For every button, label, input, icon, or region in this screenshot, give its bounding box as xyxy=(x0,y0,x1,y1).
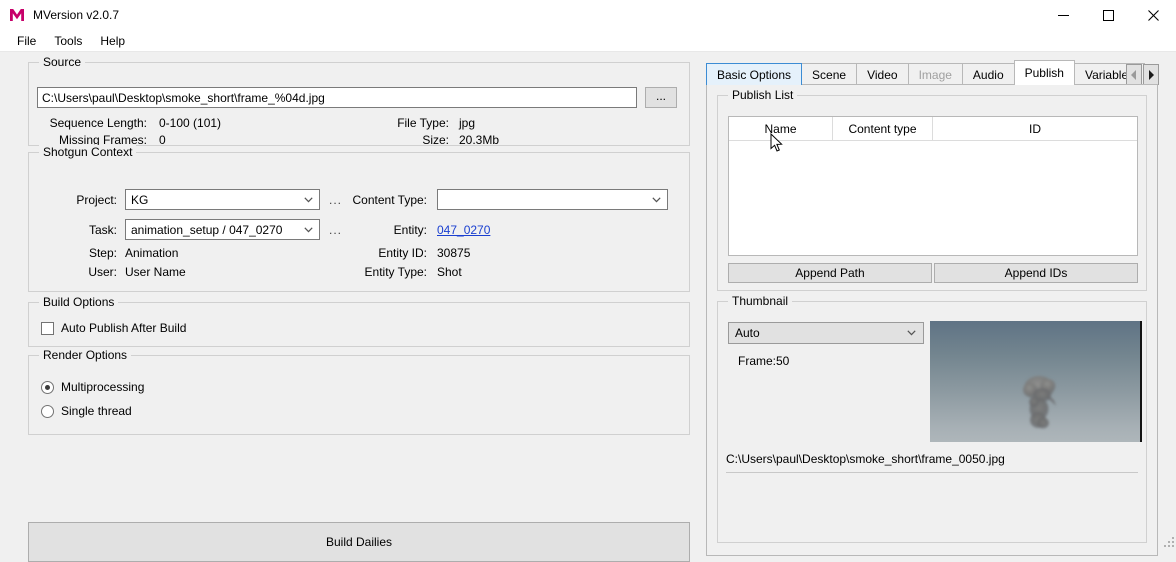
tab-image: Image xyxy=(907,63,963,85)
append-path-button[interactable]: Append Path xyxy=(728,263,932,283)
multiprocessing-radio-row[interactable]: Multiprocessing xyxy=(41,380,144,394)
title-bar: MVersion v2.0.7 xyxy=(0,0,1176,30)
publish-list-group: Publish List Name Content type ID Append… xyxy=(717,88,1147,291)
entity-id-label: Entity ID: xyxy=(378,246,427,260)
auto-publish-checkbox[interactable] xyxy=(41,321,54,335)
multiprocessing-label: Multiprocessing xyxy=(61,380,145,394)
tab-scene[interactable]: Scene xyxy=(801,63,858,85)
task-combo[interactable]: animation_setup / 047_0270 xyxy=(125,219,320,240)
missing-frames-value: 0 xyxy=(159,133,166,147)
tab-bar: Basic Options Scene Video Image Audio Pu… xyxy=(706,60,1159,85)
step-label: Step: xyxy=(88,246,117,260)
chevron-down-icon xyxy=(652,190,661,209)
chevron-down-icon xyxy=(304,190,313,209)
thumbnail-group: Thumbnail Auto Frame: 50 C:\Users\paul\D… xyxy=(717,294,1147,543)
chevron-down-icon xyxy=(304,220,313,239)
smoke-plume-icon xyxy=(1023,376,1056,429)
left-panel: Source ... Sequence Length: 0-100 (101) … xyxy=(0,53,700,562)
sequence-length-value: 0-100 (101) xyxy=(159,116,222,130)
build-options-title: Build Options xyxy=(39,295,119,309)
window-title: MVersion v2.0.7 xyxy=(33,8,120,22)
user-value: User Name xyxy=(125,265,186,279)
auto-publish-checkbox-row[interactable]: Auto Publish After Build xyxy=(41,321,186,335)
tab-audio[interactable]: Audio xyxy=(961,63,1015,85)
source-browse-button[interactable]: ... xyxy=(645,87,677,108)
window-controls xyxy=(1041,0,1176,30)
task-label: Task: xyxy=(88,223,117,237)
menu-file[interactable]: File xyxy=(8,32,45,50)
content-type-label: Content Type: xyxy=(352,193,428,207)
publish-list-header-row: Name Content type ID xyxy=(729,117,1137,141)
maximize-button[interactable] xyxy=(1086,0,1131,30)
thumbnail-path-divider xyxy=(726,472,1138,473)
render-options-title: Render Options xyxy=(39,348,132,362)
chevron-left-icon[interactable] xyxy=(1126,64,1142,85)
sequence-length-label: Sequence Length: xyxy=(49,116,147,130)
render-options-group: Render Options Multiprocessing Single th… xyxy=(28,348,690,435)
thumbnail-mode-combo[interactable]: Auto xyxy=(728,322,924,344)
thumbnail-image xyxy=(930,321,1142,442)
single-thread-label: Single thread xyxy=(61,404,132,418)
single-thread-radio-row[interactable]: Single thread xyxy=(41,404,132,418)
publish-list-title: Publish List xyxy=(728,88,798,102)
thumbnail-title: Thumbnail xyxy=(728,294,793,308)
shotgun-context-title: Shotgun Context xyxy=(39,145,137,159)
close-button[interactable] xyxy=(1131,0,1176,30)
right-panel: Basic Options Scene Video Image Audio Pu… xyxy=(700,53,1176,556)
size-value: 20.3Mb xyxy=(459,133,500,147)
file-type-value: jpg xyxy=(459,116,476,130)
source-path-input[interactable] xyxy=(37,87,637,108)
file-type-label: File Type: xyxy=(397,116,449,130)
project-combo-value: KG xyxy=(131,192,149,207)
menu-help[interactable]: Help xyxy=(91,32,134,50)
m-logo-icon xyxy=(9,7,25,23)
column-header-id[interactable]: ID xyxy=(933,117,1137,141)
publish-tab-pane: Publish List Name Content type ID Append… xyxy=(706,84,1158,556)
single-thread-radio[interactable] xyxy=(41,404,54,418)
size-label: Size: xyxy=(422,133,449,147)
tab-basic-options[interactable]: Basic Options xyxy=(706,63,803,85)
entity-id-value: 30875 xyxy=(437,246,471,260)
publish-list-table[interactable]: Name Content type ID xyxy=(728,116,1138,256)
entity-label: Entity: xyxy=(393,223,427,237)
build-dailies-button[interactable]: Build Dailies xyxy=(28,522,690,562)
thumbnail-mode-value: Auto xyxy=(735,326,760,340)
source-group-title: Source xyxy=(39,55,86,69)
frame-value: 50 xyxy=(776,354,790,368)
entity-type-label: Entity Type: xyxy=(364,265,427,279)
minimize-button[interactable] xyxy=(1041,0,1086,30)
thumbnail-path: C:\Users\paul\Desktop\smoke_short\frame_… xyxy=(726,452,1005,466)
column-header-content-type[interactable]: Content type xyxy=(833,117,933,141)
menu-bar: File Tools Help xyxy=(0,30,1176,52)
main-area: Source ... Sequence Length: 0-100 (101) … xyxy=(0,53,1176,562)
task-combo-value: animation_setup / 047_0270 xyxy=(131,222,283,237)
entity-type-value: Shot xyxy=(437,265,462,279)
tab-scroll-buttons xyxy=(1125,64,1159,85)
shotgun-context-group: Shotgun Context Project: KG ... Task: an… xyxy=(28,145,690,292)
user-label: User: xyxy=(88,265,117,279)
auto-publish-label: Auto Publish After Build xyxy=(61,321,187,335)
project-combo[interactable]: KG xyxy=(125,189,320,210)
append-ids-button[interactable]: Append IDs xyxy=(934,263,1138,283)
source-group: Source ... Sequence Length: 0-100 (101) … xyxy=(28,55,690,147)
frame-label: Frame: xyxy=(738,354,777,368)
column-header-name[interactable]: Name xyxy=(729,117,833,141)
project-label: Project: xyxy=(76,193,117,207)
menu-tools[interactable]: Tools xyxy=(45,32,91,50)
entity-link[interactable]: 047_0270 xyxy=(437,223,490,237)
build-options-group: Build Options Auto Publish After Build xyxy=(28,295,690,347)
tab-publish[interactable]: Publish xyxy=(1013,60,1075,85)
chevron-down-icon xyxy=(907,323,916,343)
multiprocessing-radio[interactable] xyxy=(41,380,54,394)
chevron-right-icon[interactable] xyxy=(1143,64,1159,85)
publish-list-body xyxy=(729,141,1137,255)
tab-video[interactable]: Video xyxy=(856,63,909,85)
step-value: Animation xyxy=(125,246,179,260)
content-type-combo[interactable] xyxy=(437,189,668,210)
